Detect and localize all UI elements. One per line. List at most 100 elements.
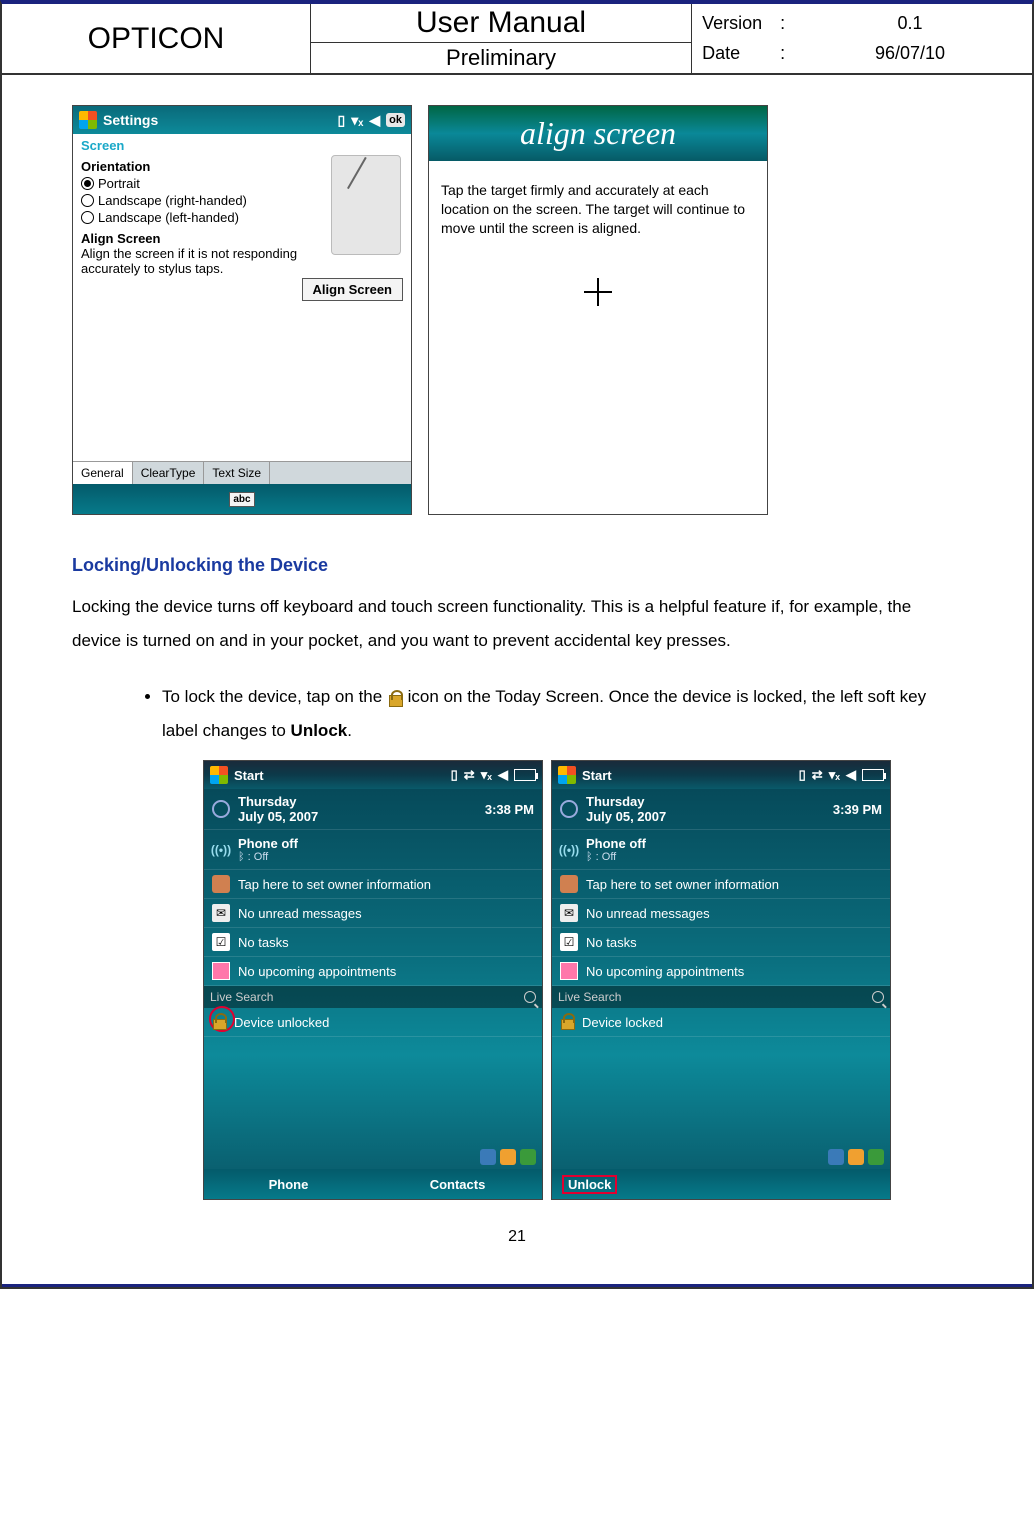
screenshot-align-screen: align screen Tap the target firmly and a… — [428, 105, 768, 515]
radio-landscape-right[interactable]: Landscape (right-handed) — [81, 193, 323, 208]
signal-icon: ▾ₓ — [481, 767, 492, 783]
windows-flag-icon — [558, 766, 576, 784]
align-instructions: Tap the target firmly and accurately at … — [441, 181, 755, 238]
today-lock-row[interactable]: Device unlocked — [204, 1008, 542, 1037]
doc-title: User Manual — [311, 4, 691, 43]
today-time: 3:38 PM — [485, 802, 534, 817]
clock-icon — [212, 800, 230, 818]
today-messages-row[interactable]: ✉ No unread messages — [204, 899, 542, 928]
today-time: 3:39 PM — [833, 802, 882, 817]
tray-icon[interactable] — [480, 1149, 496, 1165]
clock-icon — [560, 800, 578, 818]
screenshot-today-locked: Start ▯ ⇄ ▾ₓ ◀ Thursday July 05, 2007 — [551, 760, 891, 1200]
section-paragraph: Locking the device turns off keyboard an… — [72, 590, 962, 658]
signal-icon: ▾ₓ — [351, 112, 363, 129]
tray-icon[interactable] — [868, 1149, 884, 1165]
status-icon: ▯ — [338, 112, 346, 129]
radio-landscape-left[interactable]: Landscape (left-handed) — [81, 210, 323, 225]
signal-icon: ▾ₓ — [829, 767, 840, 783]
lock-instruction-bullet: To lock the device, tap on the icon on t… — [162, 680, 962, 748]
bluetooth-icon: ᛒ — [586, 851, 596, 863]
lock-icon — [387, 690, 403, 706]
page-number: 21 — [72, 1228, 962, 1246]
tray-icon[interactable] — [520, 1149, 536, 1165]
version-value: 0.1 — [798, 13, 1022, 34]
start-label[interactable]: Start — [234, 768, 264, 783]
live-search-field[interactable]: Live Search — [552, 986, 890, 1008]
today-date-row[interactable]: Thursday July 05, 2007 3:39 PM — [552, 789, 890, 830]
sync-icon: ⇄ — [464, 767, 475, 783]
today-phone-row[interactable]: ((•)) Phone off ᛒ : Off — [204, 830, 542, 870]
settings-title: Settings — [103, 112, 158, 128]
speaker-icon: ◀ — [369, 112, 380, 129]
section-heading-locking: Locking/Unlocking the Device — [72, 555, 962, 576]
windows-flag-icon — [210, 766, 228, 784]
start-label[interactable]: Start — [582, 768, 612, 783]
live-search-field[interactable]: Live Search — [204, 986, 542, 1008]
today-phone-row[interactable]: ((•)) Phone off ᛒ : Off — [552, 830, 890, 870]
tab-general[interactable]: General — [73, 462, 133, 484]
mail-icon: ✉ — [560, 904, 578, 922]
softkey-phone[interactable]: Phone — [204, 1177, 373, 1192]
device-illustration — [331, 155, 401, 255]
today-lock-row[interactable]: Device locked — [552, 1008, 890, 1037]
settings-title-bar: Settings ▯ ▾ₓ ◀ ok — [73, 106, 411, 134]
screenshot-settings-screen: Settings ▯ ▾ₓ ◀ ok Screen Orientation Po… — [72, 105, 412, 515]
align-screen-button[interactable]: Align Screen — [302, 278, 403, 301]
date-label: Date — [702, 43, 772, 64]
battery-icon — [514, 769, 536, 781]
today-appointments-row[interactable]: No upcoming appointments — [204, 957, 542, 986]
start-bar: Start ▯ ⇄ ▾ₓ ◀ — [552, 761, 890, 789]
sync-icon: ⇄ — [812, 767, 823, 783]
tray-icon[interactable] — [828, 1149, 844, 1165]
tab-cleartype[interactable]: ClearType — [133, 462, 205, 484]
screenshot-today-unlocked: Start ▯ ⇄ ▾ₓ ◀ Thursday July 05, 2007 — [203, 760, 543, 1200]
date-value: 96/07/10 — [798, 43, 1022, 64]
tasks-icon: ☑ — [560, 933, 578, 951]
doc-subtitle: Preliminary — [311, 43, 691, 73]
settings-tabs: General ClearType Text Size — [73, 461, 411, 484]
today-messages-row[interactable]: ✉ No unread messages — [552, 899, 890, 928]
battery-icon — [862, 769, 884, 781]
bluetooth-icon: ᛒ — [238, 851, 248, 863]
today-tasks-row[interactable]: ☑ No tasks — [204, 928, 542, 957]
radio-icon — [81, 177, 94, 190]
speaker-icon: ◀ — [846, 767, 856, 783]
start-bar: Start ▯ ⇄ ▾ₓ ◀ — [204, 761, 542, 789]
calendar-icon — [212, 962, 230, 980]
sip-keyboard-button[interactable]: abc — [229, 492, 254, 507]
lock-icon — [212, 1013, 226, 1031]
antenna-icon: ((•)) — [560, 841, 578, 859]
softkey-unlock[interactable]: Unlock — [562, 1175, 617, 1194]
today-owner-row[interactable]: Tap here to set owner information — [204, 870, 542, 899]
calibration-target-icon[interactable] — [584, 278, 612, 306]
today-appointments-row[interactable]: No upcoming appointments — [552, 957, 890, 986]
radio-icon — [81, 211, 94, 224]
search-icon — [872, 991, 884, 1003]
windows-flag-icon — [79, 111, 97, 129]
tasks-icon: ☑ — [212, 933, 230, 951]
today-date-row[interactable]: Thursday July 05, 2007 3:38 PM — [204, 789, 542, 830]
align-screen-banner: align screen — [429, 106, 767, 161]
tab-textsize[interactable]: Text Size — [204, 462, 270, 484]
lock-icon — [560, 1013, 574, 1031]
antenna-icon: ((•)) — [212, 841, 230, 859]
status-icon: ▯ — [799, 767, 806, 783]
today-tasks-row[interactable]: ☑ No tasks — [552, 928, 890, 957]
speaker-icon: ◀ — [498, 767, 508, 783]
company-name: OPTICON — [2, 4, 311, 73]
ok-button[interactable]: ok — [386, 113, 405, 127]
owner-icon — [560, 875, 578, 893]
tray-icon[interactable] — [848, 1149, 864, 1165]
owner-icon — [212, 875, 230, 893]
status-icon: ▯ — [451, 767, 458, 783]
tray-icon[interactable] — [500, 1149, 516, 1165]
screen-heading: Screen — [81, 138, 403, 153]
version-label: Version — [702, 13, 772, 34]
radio-icon — [81, 194, 94, 207]
document-header: OPTICON User Manual Preliminary Version … — [2, 4, 1032, 75]
softkey-contacts[interactable]: Contacts — [373, 1177, 542, 1192]
today-owner-row[interactable]: Tap here to set owner information — [552, 870, 890, 899]
mail-icon: ✉ — [212, 904, 230, 922]
radio-portrait[interactable]: Portrait — [81, 176, 323, 191]
